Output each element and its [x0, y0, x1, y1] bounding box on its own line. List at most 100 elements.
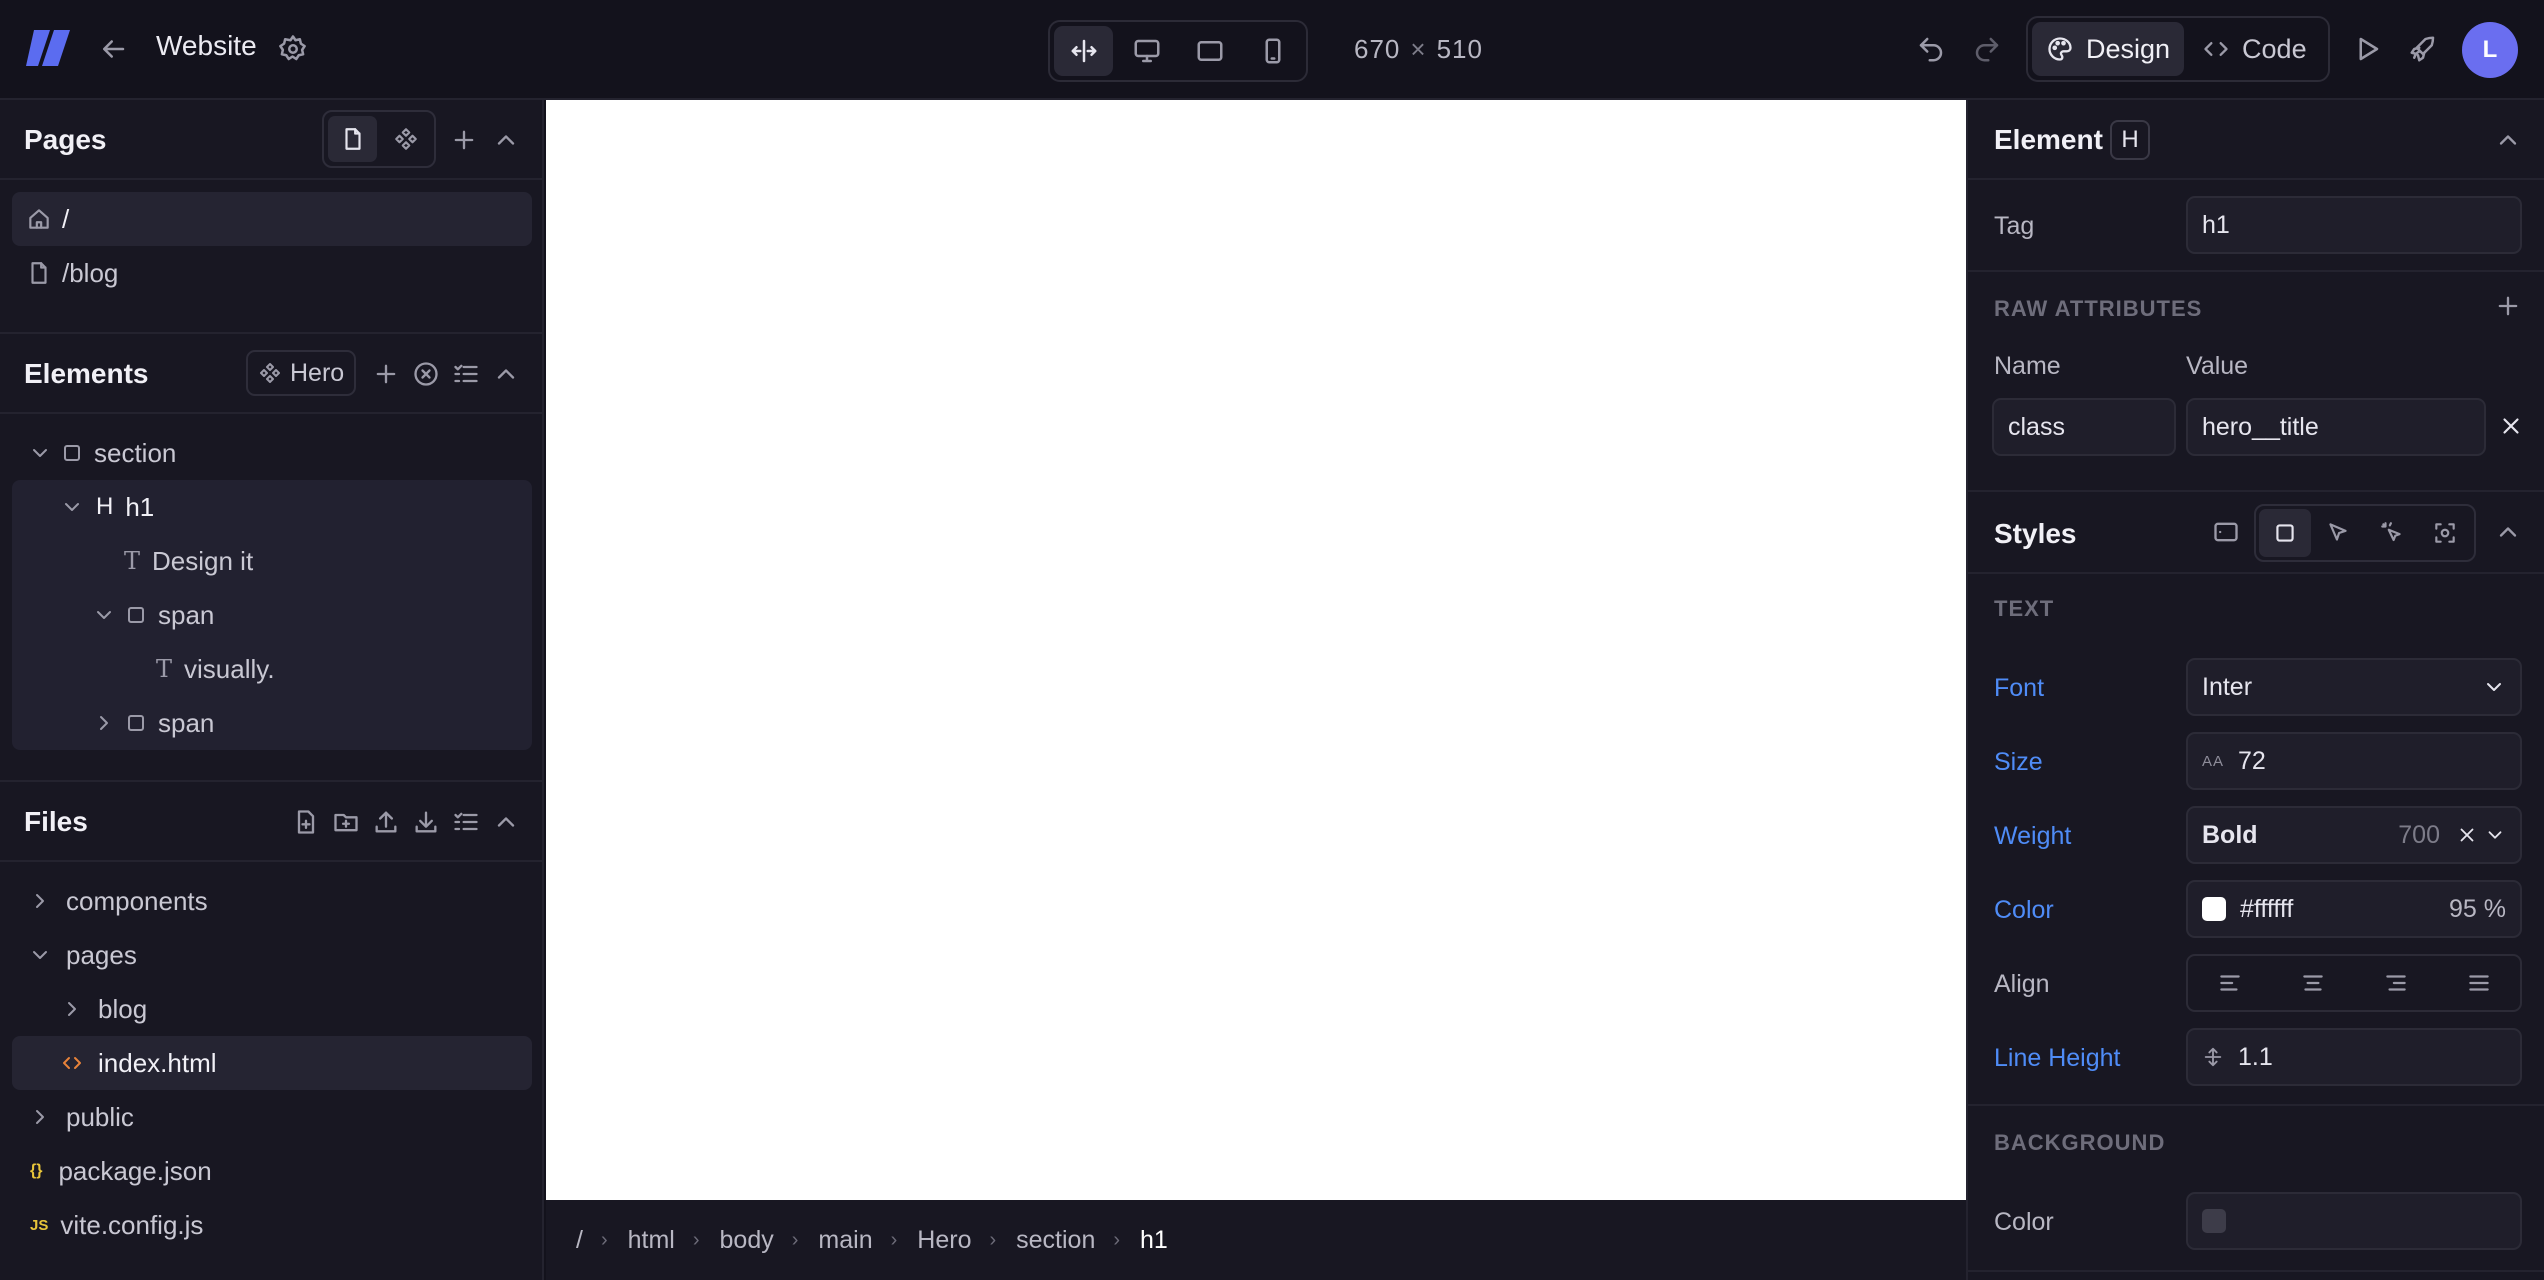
- color-swatch[interactable]: [2202, 1209, 2226, 1233]
- html-file-icon: [63, 1057, 81, 1069]
- align-center-icon[interactable]: [2300, 970, 2326, 996]
- canvas-dimensions[interactable]: 670 × 510: [1354, 34, 1483, 65]
- upload-icon[interactable]: [372, 808, 400, 836]
- back-arrow-icon[interactable]: [98, 34, 128, 64]
- desktop-mode-button[interactable]: [1117, 26, 1176, 76]
- tree-node-label: span: [158, 599, 215, 630]
- chevron-down-icon[interactable]: [60, 495, 84, 519]
- add-element-icon[interactable]: [372, 360, 400, 388]
- attr-value-input[interactable]: hero__title: [2186, 398, 2486, 456]
- attr-name-input[interactable]: class: [1992, 398, 2176, 456]
- collapse-elements-icon[interactable]: [492, 360, 520, 388]
- rocket-icon[interactable]: [2408, 34, 2438, 64]
- file-item-components[interactable]: components: [12, 874, 532, 928]
- new-folder-icon[interactable]: [332, 808, 360, 836]
- heading-icon: H: [96, 493, 114, 520]
- layout-state-icon[interactable]: [2212, 518, 2240, 546]
- line-height-input[interactable]: 1.1: [2186, 1028, 2522, 1086]
- clear-icon[interactable]: [2456, 824, 2478, 846]
- breadcrumb-item[interactable]: / ›: [576, 1226, 628, 1255]
- chevron-right-icon[interactable]: [92, 711, 116, 735]
- font-select[interactable]: Inter: [2186, 658, 2522, 716]
- element-type-badge: H: [2110, 120, 2150, 160]
- weight-select[interactable]: Bold 700: [2186, 806, 2522, 864]
- pages-header: Pages: [0, 100, 544, 180]
- tree-node-span[interactable]: span: [12, 696, 532, 750]
- undo-icon[interactable]: [1916, 34, 1946, 64]
- add-attribute-icon[interactable]: [2494, 292, 2522, 320]
- logo-icon[interactable]: [24, 26, 72, 70]
- avatar[interactable]: L: [2462, 22, 2518, 78]
- hover-state-button[interactable]: [2313, 509, 2365, 557]
- remove-element-icon[interactable]: [412, 360, 440, 388]
- breadcrumb-item[interactable]: Hero ›: [917, 1226, 1016, 1255]
- list-options-icon[interactable]: [452, 808, 480, 836]
- component-view-button[interactable]: [381, 116, 430, 162]
- chevron-down-icon[interactable]: [28, 441, 52, 465]
- left-panel: Pages / /blog Elements Hero section H h1…: [0, 100, 544, 1280]
- tag-input[interactable]: h1: [2186, 196, 2522, 254]
- default-state-button[interactable]: [2259, 509, 2311, 557]
- new-file-icon[interactable]: [292, 808, 320, 836]
- download-icon[interactable]: [412, 808, 440, 836]
- device-switcher: [1048, 20, 1308, 82]
- file-item-pages[interactable]: pages: [12, 928, 532, 982]
- mode-switcher: Design Code: [2026, 16, 2330, 82]
- align-right-icon[interactable]: [2383, 970, 2409, 996]
- gear-icon[interactable]: [278, 34, 308, 64]
- divider: [1968, 1104, 2544, 1106]
- collapse-pages-icon[interactable]: [492, 126, 520, 154]
- file-item-public[interactable]: public: [12, 1090, 532, 1144]
- code-mode-button[interactable]: Code: [2188, 22, 2321, 76]
- tablet-mode-button[interactable]: [1180, 26, 1239, 76]
- chevron-down-icon: [2487, 683, 2501, 691]
- list-options-icon[interactable]: [452, 360, 480, 388]
- page-item-blog[interactable]: /blog: [12, 246, 532, 300]
- style-state-switcher: [2254, 504, 2476, 562]
- tree-node-section[interactable]: section: [12, 426, 532, 480]
- page-item-home[interactable]: /: [12, 192, 532, 246]
- design-mode-button[interactable]: Design: [2032, 22, 2185, 76]
- tree-node-label: Design it: [152, 545, 254, 576]
- file-label: blog: [98, 993, 148, 1024]
- file-item-vite-config[interactable]: JS vite.config.js: [12, 1198, 532, 1252]
- tree-node-text[interactable]: T visually.: [12, 642, 532, 696]
- tree-node-text[interactable]: T Design it: [12, 534, 532, 588]
- align-justify-icon[interactable]: [2466, 970, 2492, 996]
- color-input[interactable]: #ffffff 95 %: [2186, 880, 2522, 938]
- chevron-right-icon: ›: [1113, 1228, 1121, 1251]
- file-view-button[interactable]: [328, 116, 377, 162]
- file-item-package-json[interactable]: {} package.json: [12, 1144, 532, 1198]
- design-canvas[interactable]: [546, 100, 1966, 1200]
- breadcrumb-item[interactable]: body ›: [720, 1226, 819, 1255]
- breadcrumb-item[interactable]: h1: [1140, 1226, 1168, 1255]
- active-state-button[interactable]: [2366, 509, 2418, 557]
- remove-attribute-icon[interactable]: [2498, 413, 2524, 439]
- size-input[interactable]: AA 72: [2186, 732, 2522, 790]
- file-item-index-html[interactable]: index.html: [12, 1036, 532, 1090]
- file-label: pages: [66, 939, 137, 970]
- file-item-blog[interactable]: blog: [12, 982, 532, 1036]
- breadcrumb-item[interactable]: html ›: [628, 1226, 720, 1255]
- collapse-files-icon[interactable]: [492, 808, 520, 836]
- redo-icon[interactable]: [1972, 34, 2002, 64]
- color-swatch[interactable]: [2202, 897, 2226, 921]
- focus-state-button[interactable]: [2420, 509, 2472, 557]
- files-header: Files: [0, 782, 544, 862]
- tree-node-h1[interactable]: H h1: [12, 480, 532, 534]
- collapse-styles-icon[interactable]: [2494, 518, 2522, 546]
- align-left-icon[interactable]: [2217, 970, 2243, 996]
- breadcrumb-item[interactable]: main ›: [818, 1226, 917, 1255]
- focus-icon: [2435, 523, 2455, 543]
- play-icon[interactable]: [2352, 34, 2382, 64]
- add-page-icon[interactable]: [450, 126, 478, 154]
- collapse-element-icon[interactable]: [2494, 126, 2522, 154]
- component-pill[interactable]: Hero: [246, 350, 357, 396]
- background-color-input[interactable]: [2186, 1192, 2522, 1250]
- chevron-down-icon[interactable]: [92, 603, 116, 627]
- breadcrumb-item[interactable]: section ›: [1016, 1226, 1140, 1255]
- responsive-mode-button[interactable]: [1054, 26, 1113, 76]
- tag-label: Tag: [1994, 212, 2035, 240]
- mobile-mode-button[interactable]: [1243, 26, 1302, 76]
- tree-node-span[interactable]: span: [12, 588, 532, 642]
